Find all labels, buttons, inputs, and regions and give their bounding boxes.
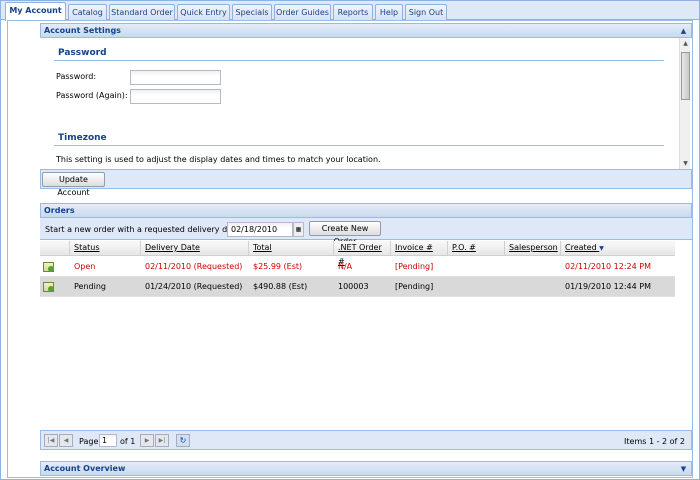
account-settings-header[interactable]: Account Settings ▲: [40, 23, 692, 38]
tab-help[interactable]: Help: [375, 4, 403, 20]
timezone-section-title: Timezone: [58, 133, 107, 143]
col-net-order[interactable]: .NET Order #: [334, 241, 391, 266]
row-created: 02/11/2010 12:24 PM: [565, 262, 651, 271]
grid-header: Status Delivery Date Total .NET Order # …: [40, 241, 675, 266]
row-net-order: 100003: [338, 282, 369, 291]
orders-header[interactable]: Orders: [40, 203, 692, 218]
col-invoice[interactable]: Invoice #: [391, 241, 448, 256]
first-page-icon[interactable]: |◀: [44, 434, 58, 447]
password-label: Password:: [56, 72, 97, 81]
tab-specials[interactable]: Specials: [232, 4, 272, 20]
password-section-rule: [54, 60, 664, 61]
page-of-label: of 1: [120, 437, 136, 446]
tab-sign-out[interactable]: Sign Out: [405, 4, 447, 20]
tab-bar: My Account Catalog Standard Order Quick …: [1, 1, 699, 21]
new-order-label: Start a new order with a requested deliv…: [45, 225, 251, 234]
account-overview-header[interactable]: Account Overview ▼: [40, 461, 692, 476]
password-again-label: Password (Again):: [56, 91, 128, 100]
col-created[interactable]: Created ▼: [561, 241, 675, 256]
order-icon[interactable]: [43, 282, 54, 292]
scroll-thumb[interactable]: [681, 52, 690, 100]
timezone-description: This setting is used to adjust the displ…: [56, 155, 381, 164]
collapse-down-icon[interactable]: ▼: [679, 465, 688, 473]
order-icon[interactable]: [43, 262, 54, 272]
password-input[interactable]: [130, 70, 221, 85]
row-created: 01/19/2010 12:44 PM: [565, 282, 651, 291]
tab-catalog[interactable]: Catalog: [68, 4, 107, 20]
col-created-label: Created: [565, 243, 597, 252]
delivery-date-input[interactable]: [227, 222, 293, 237]
next-page-icon[interactable]: ▶: [140, 434, 154, 447]
calendar-icon[interactable]: ▦: [293, 222, 304, 237]
col-total[interactable]: Total: [249, 241, 334, 256]
tab-standard-order[interactable]: Standard Order: [109, 4, 175, 20]
last-page-icon[interactable]: ▶|: [155, 434, 169, 447]
col-icon-header: [40, 241, 70, 256]
col-salesperson[interactable]: Salesperson: [505, 241, 561, 256]
tab-quick-entry[interactable]: Quick Entry: [177, 4, 230, 20]
refresh-icon[interactable]: ↻: [176, 434, 190, 447]
row-salesperson: [505, 257, 509, 277]
main-content: Account Settings ▲ Password Password: Pa…: [7, 20, 693, 478]
table-row[interactable]: Open 02/11/2010 (Requested) $25.99 (Est)…: [40, 257, 675, 277]
tab-my-account[interactable]: My Account: [5, 2, 66, 21]
app-window: My Account Catalog Standard Order Quick …: [0, 0, 700, 480]
password-again-input[interactable]: [130, 89, 221, 104]
scroll-up-icon[interactable]: ▲: [681, 39, 690, 48]
row-status: Open: [74, 262, 96, 271]
password-section-title: Password: [58, 48, 107, 58]
collapse-up-icon[interactable]: ▲: [679, 27, 688, 35]
row-invoice: [Pending]: [395, 282, 434, 291]
settings-scrollbar[interactable]: ▲ ▼: [679, 38, 690, 169]
sort-desc-icon: ▼: [599, 245, 604, 252]
pager-bar: |◀ ◀ Page of 1 ▶ ▶| ↻ Items 1 - 2 of 2: [40, 430, 692, 450]
row-total: $25.99 (Est): [253, 262, 303, 271]
tab-order-guides[interactable]: Order Guides: [274, 4, 331, 20]
page-label: Page: [79, 437, 99, 446]
row-invoice: [Pending]: [395, 262, 434, 271]
scroll-down-icon[interactable]: ▼: [681, 159, 690, 168]
orders-title: Orders: [44, 206, 75, 215]
row-po: [448, 257, 452, 277]
timezone-section-rule: [54, 145, 664, 146]
orders-toolbar: Start a new order with a requested deliv…: [40, 218, 692, 246]
items-count: Items 1 - 2 of 2: [624, 437, 685, 446]
account-settings-title: Account Settings: [44, 26, 121, 35]
row-delivery-date: 02/11/2010 (Requested): [145, 262, 243, 271]
row-salesperson: [505, 277, 509, 297]
tab-reports[interactable]: Reports: [333, 4, 373, 20]
prev-page-icon[interactable]: ◀: [59, 434, 73, 447]
col-status[interactable]: Status: [70, 241, 141, 256]
account-settings-footer: Update Account: [40, 169, 692, 197]
create-new-order-button[interactable]: Create New Order: [309, 221, 381, 246]
update-account-button[interactable]: Update Account: [42, 172, 105, 197]
row-status: Pending: [74, 282, 106, 291]
row-total: $490.88 (Est): [253, 282, 308, 291]
col-delivery-date[interactable]: Delivery Date: [141, 241, 249, 256]
col-po[interactable]: P.O. #: [448, 241, 505, 256]
account-overview-title: Account Overview: [44, 464, 126, 473]
row-po: [448, 277, 452, 297]
row-delivery-date: 01/24/2010 (Requested): [145, 282, 243, 291]
row-net-order: N/A: [338, 262, 353, 271]
table-row[interactable]: Pending 01/24/2010 (Requested) $490.88 (…: [40, 277, 675, 297]
page-number-input[interactable]: [99, 434, 117, 447]
